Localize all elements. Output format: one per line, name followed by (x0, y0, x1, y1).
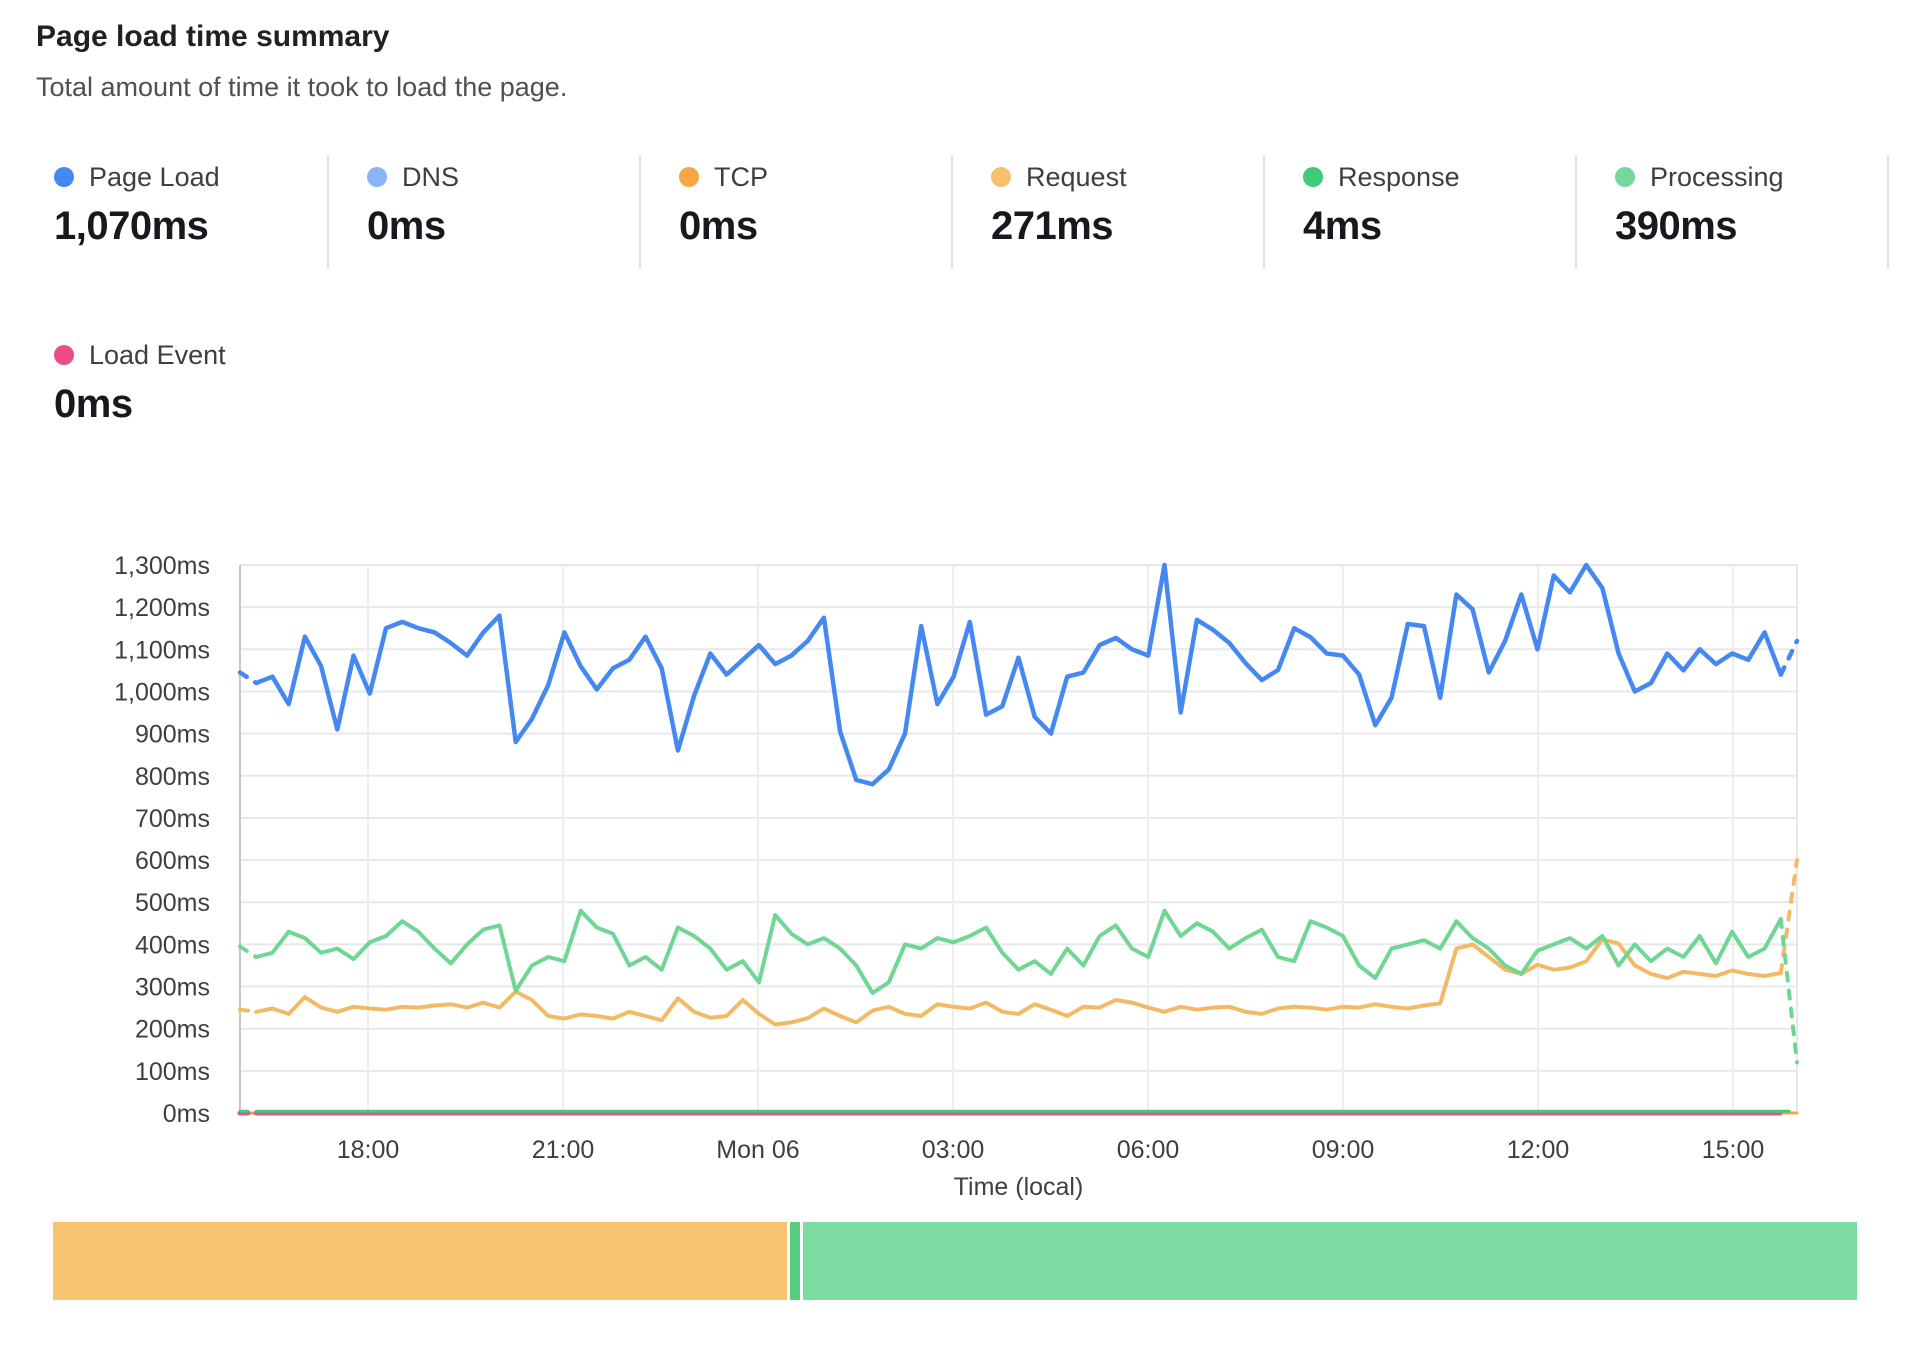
axis-tick-label: 1,200ms (114, 594, 210, 622)
chart-series-line (256, 911, 1781, 993)
axis-tick-label: 800ms (135, 763, 210, 791)
timeline-segment-degraded[interactable] (53, 1222, 787, 1300)
status-timeline-bar (53, 1222, 1857, 1300)
chart-series-line (256, 939, 1781, 1024)
axis-tick-label: 1,300ms (114, 552, 210, 580)
axis-tick-label: 03:00 (922, 1136, 985, 1164)
axis-tick-label: 100ms (135, 1058, 210, 1086)
chart-series-line (1781, 919, 1797, 1062)
axis-tick-label: Mon 06 (716, 1136, 799, 1164)
chart-series-line (240, 673, 256, 684)
load-time-chart[interactable]: 0ms 100ms 200ms 300ms 400ms 500ms 600ms 700ms 80… (0, 0, 1910, 1352)
axis-tick-label: 300ms (135, 974, 210, 1002)
axis-tick-label: 600ms (135, 847, 210, 875)
axis-tick-label: 200ms (135, 1016, 210, 1044)
axis-tick-label: 1,000ms (114, 678, 210, 706)
axis-tick-label: 06:00 (1117, 1136, 1180, 1164)
axis-tick-label: 400ms (135, 931, 210, 959)
axis-tick-label: 18:00 (337, 1136, 400, 1164)
axis-tick-label: 15:00 (1702, 1136, 1765, 1164)
chart-series-line (1781, 641, 1797, 675)
chart-series-line (256, 565, 1781, 784)
axis-tick-label: 12:00 (1507, 1136, 1570, 1164)
chart-series-line (240, 1010, 256, 1012)
timeline-segment-ok[interactable] (790, 1222, 800, 1300)
axis-tick-label: 700ms (135, 805, 210, 833)
axis-tick-label: 09:00 (1312, 1136, 1375, 1164)
page-load-summary-panel: Page load time summary Total amount of t… (0, 0, 1910, 1352)
axis-tick-label: Time (local) (954, 1173, 1084, 1201)
chart-series-line (240, 947, 256, 958)
timeline-segment-ok[interactable] (803, 1222, 1857, 1300)
axis-tick-label: 0ms (163, 1100, 210, 1128)
axis-tick-label: 21:00 (532, 1136, 595, 1164)
axis-tick-label: 900ms (135, 721, 210, 749)
axis-tick-label: 500ms (135, 889, 210, 917)
axis-tick-label: 1,100ms (114, 636, 210, 664)
